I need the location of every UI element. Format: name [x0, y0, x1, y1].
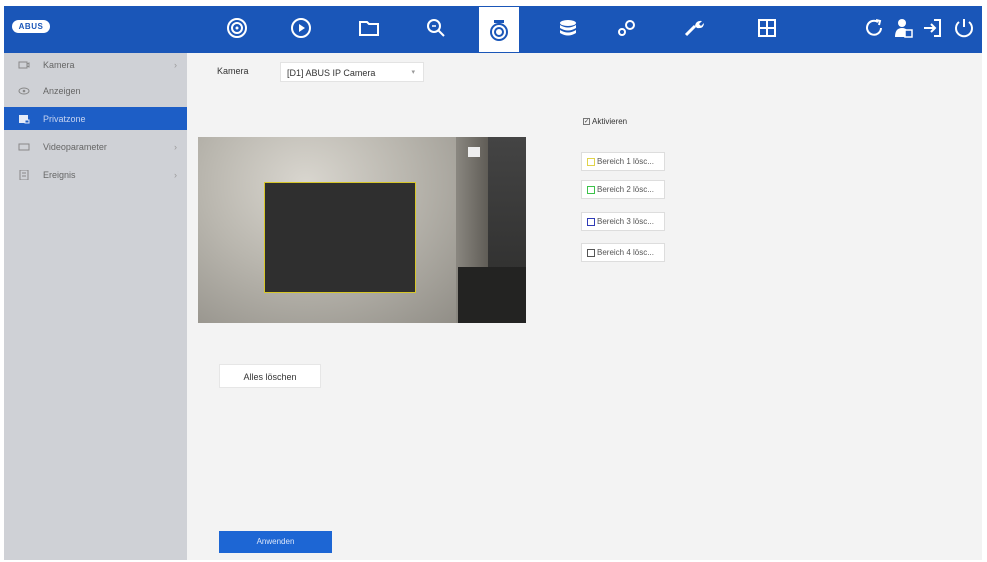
main-panel: Kamera [D1] ABUS IP Camera ▾ ✓ Aktiviere… — [187, 53, 982, 560]
sidebar-item-anzeigen[interactable]: Anzeigen — [4, 79, 187, 102]
sidebar-item-label: Kamera — [43, 59, 75, 70]
area-color-swatch — [587, 248, 595, 257]
logout-icon[interactable] — [918, 8, 946, 48]
sidebar-item-privatzone[interactable]: Privatzone — [4, 107, 187, 130]
sidebar-item-label: Privatzone — [43, 113, 86, 124]
clear-area-2-button[interactable]: Bereich 2 lösc... — [581, 180, 665, 199]
area-label: Bereich 4 lösc... — [597, 248, 654, 257]
power-icon[interactable] — [950, 8, 978, 48]
privacy-mask-area[interactable] — [264, 182, 416, 293]
chevron-right-icon: › — [174, 141, 177, 152]
event-icon — [18, 169, 30, 180]
area-label: Bereich 3 lösc... — [597, 217, 654, 226]
sidebar-item-kamera[interactable]: Kamera › — [4, 53, 187, 76]
area-label: Bereich 2 lösc... — [597, 185, 654, 194]
search-icon[interactable] — [416, 8, 456, 48]
chevron-right-icon: › — [174, 169, 177, 180]
clear-area-3-button[interactable]: Bereich 3 lösc... — [581, 212, 665, 231]
chevron-down-icon: ▾ — [411, 69, 415, 76]
sidebar-item-label: Videoparameter — [43, 141, 107, 152]
chevron-right-icon: › — [174, 59, 177, 70]
sidebar: Kamera › Anzeigen Privatzone Videoparame… — [4, 53, 187, 560]
sidebar-item-ereignis[interactable]: Ereignis › — [4, 163, 187, 186]
clear-area-4-button[interactable]: Bereich 4 lösc... — [581, 243, 665, 262]
eye-icon — [18, 86, 30, 96]
area-color-swatch — [587, 217, 595, 226]
storage-icon[interactable] — [548, 8, 588, 48]
clear-area-1-button[interactable]: Bereich 1 lösc... — [581, 152, 665, 171]
camera-icon[interactable] — [479, 7, 519, 52]
clear-all-button[interactable]: Alles löschen — [219, 364, 321, 388]
sidebar-item-label: Ereignis — [43, 169, 76, 180]
file-management-icon[interactable] — [349, 8, 389, 48]
sidebar-item-label: Anzeigen — [43, 85, 81, 96]
area-color-swatch — [587, 185, 595, 194]
user-icon[interactable] — [889, 8, 917, 48]
area-color-swatch — [587, 157, 595, 166]
sidebar-item-videoparameter[interactable]: Videoparameter › — [4, 135, 187, 158]
enable-label: Aktivieren — [592, 117, 628, 126]
live-view-icon[interactable] — [217, 8, 257, 48]
camera-indicator-icon — [468, 147, 480, 157]
playback-icon[interactable] — [281, 8, 321, 48]
privacy-icon — [18, 114, 30, 124]
area-label: Bereich 1 lösc... — [597, 157, 654, 166]
enable-checkbox[interactable]: ✓ Aktivieren — [583, 117, 627, 126]
abus-logo: ABUS — [12, 20, 50, 33]
top-toolbar: ABUS — [4, 6, 982, 53]
checkbox-icon: ✓ — [583, 118, 590, 125]
camera-label: Kamera — [217, 66, 249, 76]
video-floor — [458, 267, 526, 323]
layout-icon[interactable] — [747, 8, 787, 48]
camera-icon — [18, 60, 30, 70]
maintenance-icon[interactable] — [674, 8, 714, 48]
refresh-icon[interactable] — [860, 8, 888, 48]
system-settings-icon[interactable] — [607, 8, 647, 48]
apply-button[interactable]: Anwenden — [219, 531, 332, 553]
camera-select-value: [D1] ABUS IP Camera — [287, 68, 376, 78]
video-icon — [18, 142, 30, 152]
camera-select[interactable]: [D1] ABUS IP Camera ▾ — [280, 62, 424, 82]
video-preview[interactable] — [198, 137, 526, 323]
